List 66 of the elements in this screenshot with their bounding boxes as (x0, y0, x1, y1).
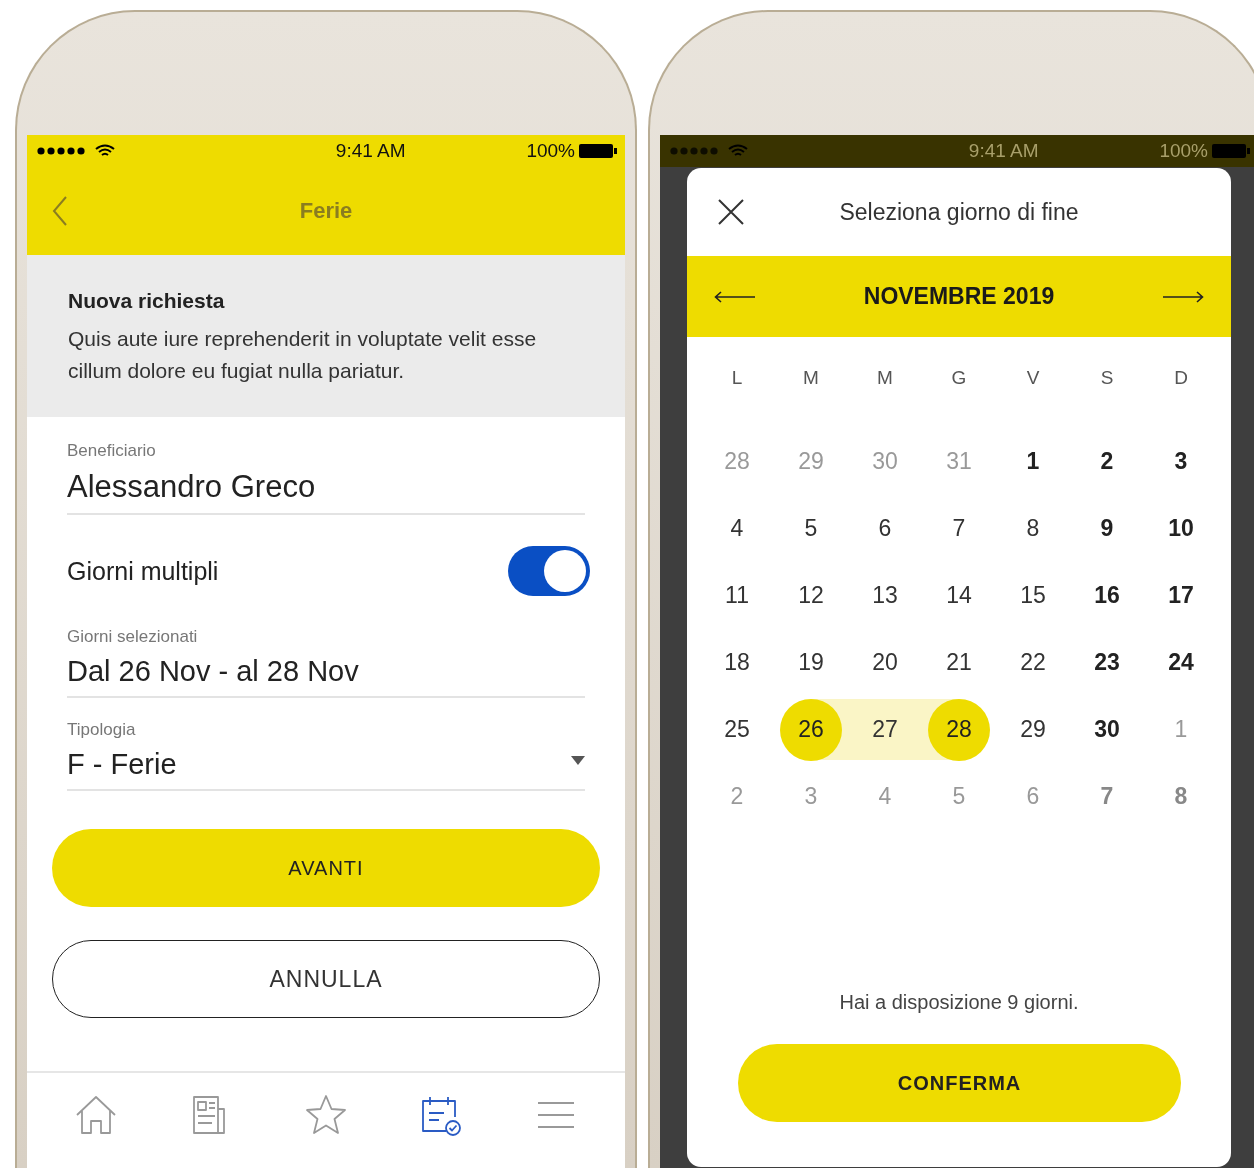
month-title: NOVEMBRE 2019 (863, 283, 1055, 310)
toggle-label: Giorni multipli (67, 556, 219, 586)
weekday-label: S (1099, 366, 1115, 390)
calendar-day[interactable]: 28 (928, 698, 990, 761)
calendar-day[interactable]: 20 (854, 631, 916, 694)
confirm-button[interactable]: CONFERMA (738, 1044, 1181, 1122)
intro-title: Nuova richiesta (68, 289, 226, 313)
calendar-day[interactable]: 14 (928, 564, 990, 627)
toggle-switch[interactable] (508, 546, 590, 596)
calendar-day[interactable]: 25 (706, 698, 768, 761)
calendar-day[interactable]: 22 (1002, 631, 1064, 694)
next-arrow-icon[interactable] (1162, 290, 1204, 303)
primary-button[interactable]: AVANTI (52, 829, 600, 907)
type-dropdown[interactable]: Tipologia F - Ferie (67, 698, 585, 791)
weekday-label: M (802, 366, 820, 390)
calendar-day[interactable]: 5 (780, 497, 842, 560)
calendar-day[interactable]: 3 (1150, 430, 1212, 493)
calendar-day[interactable]: 26 (780, 698, 842, 761)
calendar-day[interactable]: 29 (1002, 698, 1064, 761)
weekday-label: L (730, 366, 744, 390)
calendar-day[interactable]: 11 (706, 564, 768, 627)
close-icon[interactable] (717, 198, 745, 226)
calendar-day[interactable]: 7 (1076, 765, 1138, 828)
selected-days-field[interactable]: Giorni selezionati Dal 26 Nov - al 28 Nov (67, 627, 585, 698)
star-tab-icon[interactable] (303, 1093, 349, 1137)
wifi-icon (95, 144, 115, 158)
calendar-day[interactable]: 13 (854, 564, 916, 627)
dialog-title: Seleziona giorno di fine (839, 198, 1079, 226)
calendar-day[interactable]: 12 (780, 564, 842, 627)
outline-button[interactable]: ANNULLA (52, 940, 600, 1018)
calendar-day[interactable]: 8 (1002, 497, 1064, 560)
calendar-day[interactable]: 19 (780, 631, 842, 694)
calendar-day[interactable]: 23 (1076, 631, 1138, 694)
status-time: 9:41 AM (334, 140, 406, 162)
battery-icon (579, 144, 617, 158)
calendar-day[interactable]: 6 (854, 497, 916, 560)
calendar-day[interactable]: 16 (1076, 564, 1138, 627)
calendar-day[interactable]: 15 (1002, 564, 1064, 627)
calendar-day[interactable]: 18 (706, 631, 768, 694)
calendar-day[interactable]: 9 (1076, 497, 1138, 560)
battery-icon (1212, 144, 1250, 158)
calendar-day[interactable]: 2 (1076, 430, 1138, 493)
calendar-day[interactable]: 7 (928, 497, 990, 560)
status-time: 9:41 AM (967, 140, 1039, 162)
battery-percent: 100% (1159, 140, 1208, 162)
calendar-day[interactable]: 4 (706, 497, 768, 560)
calendar-day[interactable]: 21 (928, 631, 990, 694)
back-icon[interactable] (52, 196, 68, 226)
available-days-note: Hai a disposizione 9 giorni. (838, 991, 1080, 1014)
screen-title: Ferie (299, 198, 353, 224)
calendar-day[interactable]: 30 (1076, 698, 1138, 761)
weekday-label: D (1173, 366, 1189, 390)
intro-text: Quis aute iure reprehenderit in voluptate velit esse cillum dolore eu fugiat nulla pariatur. (68, 326, 538, 384)
wifi-icon (728, 144, 748, 158)
calendar-day[interactable]: 1 (1002, 430, 1064, 493)
dropdown-caret-icon[interactable] (571, 756, 585, 765)
beneficiary-field[interactable]: Beneficiario Alessandro Greco (67, 417, 585, 515)
weekday-label: V (1025, 366, 1041, 390)
battery-percent: 100% (526, 140, 575, 162)
calendar-day[interactable]: 8 (1150, 765, 1212, 828)
weekday-label: M (876, 366, 894, 390)
calendar-day[interactable]: 24 (1150, 631, 1212, 694)
weekday-label: G (950, 366, 968, 390)
previous-arrow-icon[interactable] (714, 290, 756, 303)
calendar-day[interactable]: 10 (1150, 497, 1212, 560)
calendar-day[interactable]: 17 (1150, 564, 1212, 627)
